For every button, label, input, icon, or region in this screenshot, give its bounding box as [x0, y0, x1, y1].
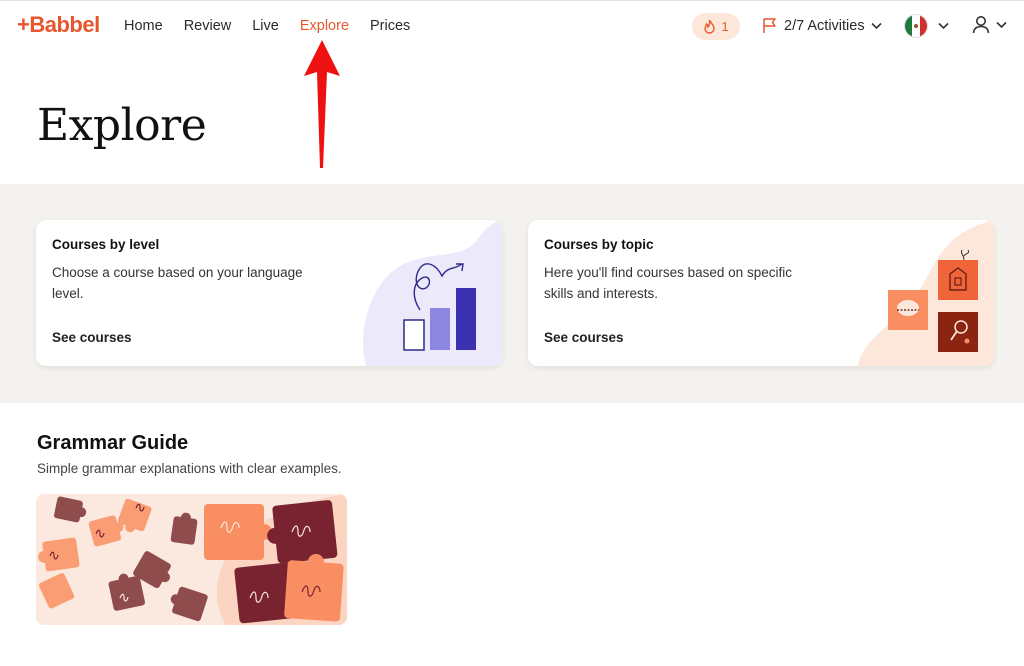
babbel-logo[interactable]: +Babbel [17, 12, 100, 38]
user-menu[interactable] [972, 15, 1007, 34]
nav-review[interactable]: Review [184, 18, 232, 34]
nav-home[interactable]: Home [124, 18, 163, 34]
annotation-arrow-icon [304, 40, 340, 168]
card-description: Choose a course based on your language l… [52, 265, 303, 301]
puzzle-pieces-illustration-icon [38, 494, 347, 625]
main-nav: Home Review Live Explore Prices [124, 18, 431, 34]
grammar-guide-card[interactable] [36, 494, 347, 625]
see-courses-link[interactable]: See courses [52, 330, 132, 345]
courses-by-level-card[interactable]: Courses by level Choose a course based o… [36, 220, 502, 366]
flame-icon [704, 19, 716, 34]
card-title: Courses by topic [544, 237, 654, 252]
see-courses-link[interactable]: See courses [544, 330, 624, 345]
nav-live[interactable]: Live [252, 18, 279, 34]
level-chart-illustration-icon [363, 220, 502, 366]
page-title: Explore [37, 100, 207, 151]
activities-label: 2/7 Activities [784, 17, 865, 34]
user-icon [972, 16, 990, 34]
activities-dropdown[interactable]: 2/7 Activities [761, 17, 882, 34]
language-selector[interactable] [904, 14, 949, 38]
grammar-guide-title: Grammar Guide [37, 432, 189, 454]
top-navigation-bar: +Babbel Home Review Live Explore Prices … [0, 0, 1024, 52]
flag-icon [763, 18, 776, 33]
nav-explore[interactable]: Explore [300, 18, 349, 34]
grammar-guide-subtitle: Simple grammar explanations with clear e… [37, 461, 342, 476]
chevron-down-icon [871, 22, 882, 29]
nav-prices[interactable]: Prices [370, 18, 410, 34]
chevron-down-icon [938, 22, 949, 30]
card-description: Here you'll find courses based on specif… [544, 265, 792, 301]
courses-by-topic-card[interactable]: Courses by topic Here you'll find course… [528, 220, 994, 366]
streak-badge[interactable]: 1 [692, 13, 740, 40]
streak-count: 1 [721, 19, 729, 34]
card-title: Courses by level [52, 237, 160, 252]
topic-tiles-illustration-icon [858, 220, 994, 366]
chevron-down-icon [996, 21, 1007, 28]
mexico-flag-icon [904, 14, 928, 38]
